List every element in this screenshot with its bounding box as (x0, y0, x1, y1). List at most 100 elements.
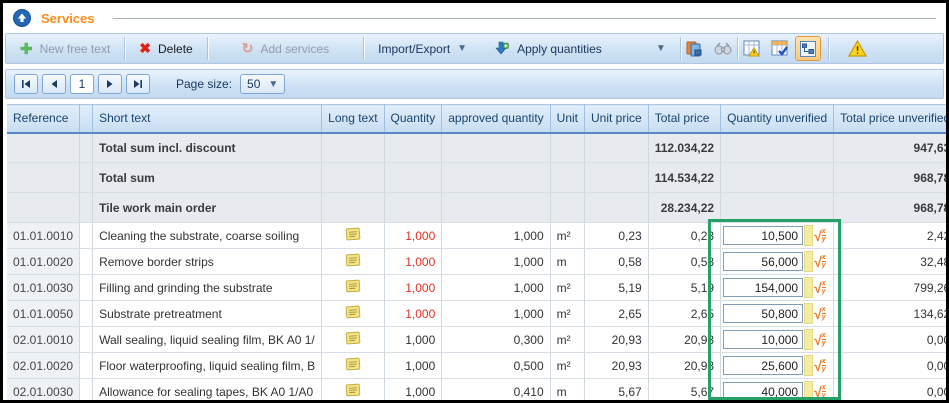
long-text-cell (322, 193, 384, 223)
note-icon[interactable] (345, 331, 361, 345)
note-icon[interactable] (345, 383, 361, 397)
quantity-unverified-input[interactable] (723, 252, 803, 271)
quantity-unverified-input[interactable] (723, 278, 803, 297)
copy-structure-button[interactable] (682, 36, 708, 61)
total-price-unverified-cell: 799,26 (834, 275, 949, 301)
long-text-cell[interactable] (322, 275, 384, 301)
service-row[interactable]: 02.01.0010Wall sealing, liquid sealing f… (7, 327, 949, 353)
column-header[interactable]: Short text (93, 105, 322, 133)
new-free-text-button[interactable]: ✚ New free text (6, 34, 124, 63)
summary-row[interactable]: Total sum114.534,22968,78 (7, 163, 949, 193)
toolbar: ✚ New free text ✖ Delete ↻ Add services … (5, 33, 944, 64)
quantity-unverified-input[interactable] (723, 382, 803, 401)
column-header[interactable]: approved quantity (442, 105, 550, 133)
long-text-cell[interactable] (322, 301, 384, 327)
search-button[interactable] (710, 36, 736, 61)
reference-cell: 02.01.0030 (7, 379, 80, 403)
add-services-button[interactable]: ↻ Add services (208, 34, 363, 63)
sqrt-xy-icon[interactable]: √xy (814, 306, 826, 321)
sqrt-xy-icon[interactable]: √xy (814, 280, 826, 295)
view-grid-check-button[interactable] (767, 36, 793, 61)
short-text-cell: Floor waterproofing, liquid sealing film… (93, 353, 322, 379)
page-size-value: 50 (247, 77, 260, 91)
apply-quantities-button[interactable]: Apply quantities ▼ (481, 34, 680, 63)
column-header[interactable]: Quantity unverified (721, 105, 834, 133)
reference-cell: 01.01.0030 (7, 275, 80, 301)
total-price-cell: 0,23 (648, 223, 720, 249)
quantity-unverified-input[interactable] (723, 330, 803, 349)
reference-cell (7, 163, 80, 193)
service-row[interactable]: 01.01.0050Substrate pretreatment 1,0001,… (7, 301, 949, 327)
sqrt-xy-icon[interactable]: √xy (814, 332, 826, 347)
unit-price-cell (585, 163, 649, 193)
last-page-button[interactable] (126, 74, 150, 94)
note-icon[interactable] (345, 357, 361, 371)
long-text-cell[interactable] (322, 223, 384, 249)
delete-button[interactable]: ✖ Delete (125, 34, 206, 63)
column-header[interactable]: Long text (322, 105, 384, 133)
column-header[interactable]: Reference (7, 105, 80, 133)
column-header[interactable]: Total price (648, 105, 720, 133)
sqrt-xy-icon[interactable]: √xy (814, 254, 826, 269)
sqrt-xy-icon[interactable]: √xy (814, 358, 826, 373)
long-text-cell[interactable] (322, 327, 384, 353)
quantity-unverified-cell: √xy (721, 327, 834, 353)
prev-page-button[interactable] (42, 74, 66, 94)
summary-label-cell: Total sum incl. discount (93, 133, 322, 163)
column-header[interactable]: Quantity (384, 105, 442, 133)
note-icon[interactable] (345, 227, 361, 241)
unit-price-cell: 0,23 (585, 223, 649, 249)
service-row[interactable]: 01.01.0010Cleaning the substrate, coarse… (7, 223, 949, 249)
column-header[interactable]: Total price unverified (834, 105, 949, 133)
next-page-button[interactable] (98, 74, 122, 94)
service-row[interactable]: 02.01.0020Floor waterproofing, liquid se… (7, 353, 949, 379)
total-price-cell: 0,58 (648, 249, 720, 275)
input-yellow-strip (804, 355, 813, 376)
note-icon[interactable] (345, 253, 361, 267)
import-export-button[interactable]: Import/Export ▼ (364, 34, 481, 63)
approved-quantity-cell (442, 133, 550, 163)
column-header[interactable]: Unit (550, 105, 584, 133)
short-text-cell: Cleaning the substrate, coarse soiling (93, 223, 322, 249)
summary-row[interactable]: Tile work main order28.234,22968,78 (7, 193, 949, 223)
quantity-unverified-input[interactable] (723, 304, 803, 323)
page-size-select[interactable]: 50 ▼ (240, 74, 285, 94)
column-header[interactable] (80, 105, 93, 133)
view-grid-warning-button[interactable] (739, 36, 765, 61)
note-icon[interactable] (345, 279, 361, 293)
sqrt-xy-icon[interactable]: √xy (814, 228, 826, 243)
input-yellow-strip (804, 303, 813, 324)
summary-row[interactable]: Total sum incl. discount112.034,22947,63 (7, 133, 949, 163)
first-page-button[interactable] (14, 74, 38, 94)
total-price-cell: 2,65 (648, 301, 720, 327)
current-page-field[interactable]: 1 (70, 74, 94, 94)
service-row[interactable]: 02.01.0030Allowance for sealing tapes, B… (7, 379, 949, 403)
long-text-cell[interactable] (322, 249, 384, 275)
summary-label-cell: Tile work main order (93, 193, 322, 223)
note-icon[interactable] (345, 305, 361, 319)
reference-cell: 02.01.0010 (7, 327, 80, 353)
long-text-cell[interactable] (322, 353, 384, 379)
quantity-unverified-cell (721, 163, 834, 193)
long-text-cell[interactable] (322, 379, 384, 403)
column-header[interactable]: Unit price (585, 105, 649, 133)
quantity-unverified-input[interactable] (723, 226, 803, 245)
service-row[interactable]: 01.01.0020Remove border strips 1,0001,00… (7, 249, 949, 275)
title-bar: Services (3, 3, 946, 33)
collapse-up-circle-icon[interactable] (13, 9, 31, 27)
warnings-button[interactable] (845, 36, 871, 61)
page-size-label: Page size: (176, 77, 232, 91)
quantity-unverified-group: √xy (723, 379, 831, 403)
spacer-cell (80, 163, 93, 193)
approved-quantity-cell: 1,000 (442, 301, 550, 327)
chevron-down-icon[interactable]: ▼ (656, 43, 666, 54)
spacer-cell (80, 223, 93, 249)
total-price-cell: 112.034,22 (648, 133, 720, 163)
sqrt-xy-icon[interactable]: √xy (814, 384, 826, 399)
unit-cell: m² (550, 223, 584, 249)
view-tree-button[interactable] (795, 36, 821, 61)
quantity-unverified-input[interactable] (723, 356, 803, 375)
quantity-cell: 1,000 (384, 249, 442, 275)
quantity-cell: 1,000 (384, 223, 442, 249)
service-row[interactable]: 01.01.0030Filling and grinding the subst… (7, 275, 949, 301)
